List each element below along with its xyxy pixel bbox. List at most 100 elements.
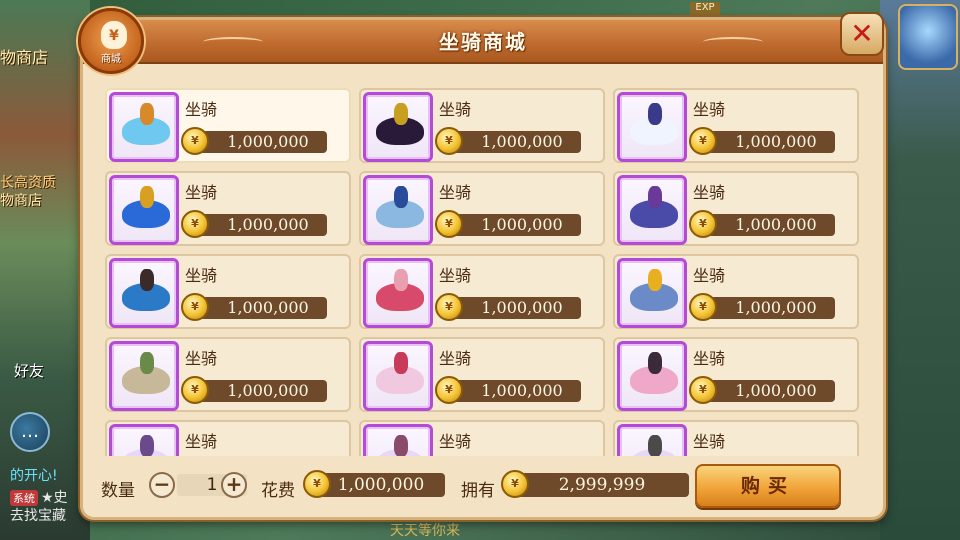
mount-price: ¥1,000,000	[689, 293, 835, 321]
chat-icon[interactable]: …	[10, 412, 50, 452]
mount-grid[interactable]: 坐骑 ¥1,000,000 坐骑 ¥1,000,000 坐骑 ¥1,000,000 坐骑 ¥1…	[105, 88, 865, 456]
rider-image	[140, 186, 154, 208]
mount-card[interactable]: 坐骑 ¥1,000,000	[613, 254, 859, 329]
mount-name: 坐骑	[693, 100, 726, 119]
mount-price-value: 1,000,000	[227, 215, 309, 234]
gold-coin-icon: ¥	[689, 376, 717, 404]
mount-name: 坐骑	[185, 183, 218, 202]
mount-name: 坐骑	[693, 183, 726, 202]
background-bottom-text: 天天等你来	[390, 523, 460, 539]
mount-price-value: 1,000,000	[481, 132, 563, 151]
mount-thumbnail	[363, 341, 433, 411]
mount-name: 坐骑	[185, 266, 218, 285]
mount-price-value: 1,000,000	[481, 381, 563, 400]
mount-thumbnail	[363, 175, 433, 245]
gold-coin-icon: ¥	[435, 376, 463, 404]
mount-card[interactable]: 坐骑¥1,000,000	[359, 420, 605, 456]
gold-coin-icon: ¥	[435, 210, 463, 238]
cost-value: 1,000,000	[317, 473, 445, 497]
mount-price: ¥1,000,000	[435, 127, 581, 155]
gold-coin-icon: ¥	[689, 293, 717, 321]
chat-line: 的开心!	[10, 468, 58, 484]
rider-image	[648, 186, 662, 208]
mount-card[interactable]: 坐骑 ¥1,000,000	[105, 254, 351, 329]
mount-thumbnail	[109, 175, 179, 245]
rider-image	[394, 435, 408, 456]
gold-coin-icon: ¥	[435, 293, 463, 321]
money-bag-icon: ¥	[101, 21, 127, 49]
close-button[interactable]: ✕	[840, 12, 884, 56]
mount-price: ¥1,000,000	[435, 210, 581, 238]
mount-price-value: 1,000,000	[227, 298, 309, 317]
friend-button[interactable]: 好友	[14, 360, 64, 390]
rider-image	[394, 186, 408, 208]
gold-coin-icon: ¥	[689, 210, 717, 238]
mount-card[interactable]: 坐骑¥1,000,000	[105, 88, 351, 163]
mount-card[interactable]: 坐骑¥1,000,000	[105, 420, 351, 456]
shop-icon-label: 商城	[101, 54, 121, 65]
gold-coin-icon: ¥	[181, 210, 209, 238]
page-title: 坐骑商城	[439, 30, 527, 54]
rider-image	[394, 269, 408, 291]
mount-name: 坐骑	[185, 349, 218, 368]
rider-image	[394, 103, 408, 125]
quantity-plus-button[interactable]: +	[221, 472, 247, 498]
mount-thumbnail	[109, 92, 179, 162]
mount-name: 坐骑	[439, 183, 472, 202]
mount-price: ¥1,000,000	[435, 376, 581, 404]
mount-price-value: 1,000,000	[481, 298, 563, 317]
mount-card[interactable]: 坐骑¥1,000,000	[613, 171, 859, 246]
mount-thumbnail	[617, 341, 687, 411]
exp-label: EXP	[690, 2, 720, 16]
quantity-minus-button[interactable]: −	[149, 472, 175, 498]
mount-price: ¥1,000,000	[181, 293, 327, 321]
mount-price: ¥1,000,000	[435, 293, 581, 321]
mount-card[interactable]: 坐骑 ¥1,000,000	[359, 254, 605, 329]
background-grow-text: 长高资质	[0, 175, 56, 191]
chat-line: 系统 ★史	[10, 487, 68, 507]
mount-name: 坐骑	[439, 266, 472, 285]
mount-price: ¥1,000,000	[689, 127, 835, 155]
gold-coin-icon: ¥	[181, 376, 209, 404]
mount-name: 坐骑	[439, 349, 472, 368]
purchase-bar: 数量 − 1 + 花费 1,000,000 ¥ 拥有 2,999,999 ¥ 购…	[83, 460, 883, 518]
mount-thumbnail	[617, 175, 687, 245]
buy-button[interactable]: 购买	[695, 464, 841, 508]
gold-coin-icon: ¥	[689, 127, 717, 155]
mount-price: ¥1,000,000	[181, 210, 327, 238]
mount-thumbnail	[617, 258, 687, 328]
chat-system-badge: 系统	[10, 490, 38, 506]
mount-price-value: 1,000,000	[735, 381, 817, 400]
quantity-label: 数量	[101, 481, 135, 501]
mount-card[interactable]: 坐骑 ¥1,000,000	[613, 88, 859, 163]
mount-price: ¥1,000,000	[689, 376, 835, 404]
chat-line: 去找宝藏	[10, 508, 66, 524]
gold-coin-icon: ¥	[181, 127, 209, 155]
mount-card[interactable]: 坐骑¥1,000,000	[105, 337, 351, 412]
mount-card[interactable]: 坐骑 ¥1,000,000	[105, 171, 351, 246]
mount-card[interactable]: 坐骑¥1,000,000	[613, 420, 859, 456]
rider-image	[140, 435, 154, 456]
rider-image	[140, 103, 154, 125]
mount-thumbnail	[109, 341, 179, 411]
mount-name: 坐骑	[185, 432, 218, 451]
mount-card[interactable]: 坐骑 ¥1,000,000	[359, 171, 605, 246]
player-avatar[interactable]	[898, 4, 958, 70]
mount-card[interactable]: 坐骑¥1,000,000	[359, 88, 605, 163]
mount-name: 坐骑	[185, 100, 218, 119]
mount-price-value: 1,000,000	[481, 215, 563, 234]
mount-name: 坐骑	[693, 349, 726, 368]
mount-price-value: 1,000,000	[735, 132, 817, 151]
mount-card[interactable]: 坐骑 ¥1,000,000	[359, 337, 605, 412]
gold-coin-icon: ¥	[501, 470, 529, 498]
mount-name: 坐骑	[439, 432, 472, 451]
mount-thumbnail	[109, 424, 179, 456]
mount-card[interactable]: 坐骑 ¥1,000,000	[613, 337, 859, 412]
mount-thumbnail	[617, 424, 687, 456]
title-bar: 坐骑商城	[83, 20, 883, 64]
rider-image	[648, 269, 662, 291]
gold-coin-icon: ¥	[303, 470, 331, 498]
mount-name: 坐骑	[693, 266, 726, 285]
mount-price-value: 1,000,000	[735, 298, 817, 317]
mount-thumbnail	[363, 92, 433, 162]
